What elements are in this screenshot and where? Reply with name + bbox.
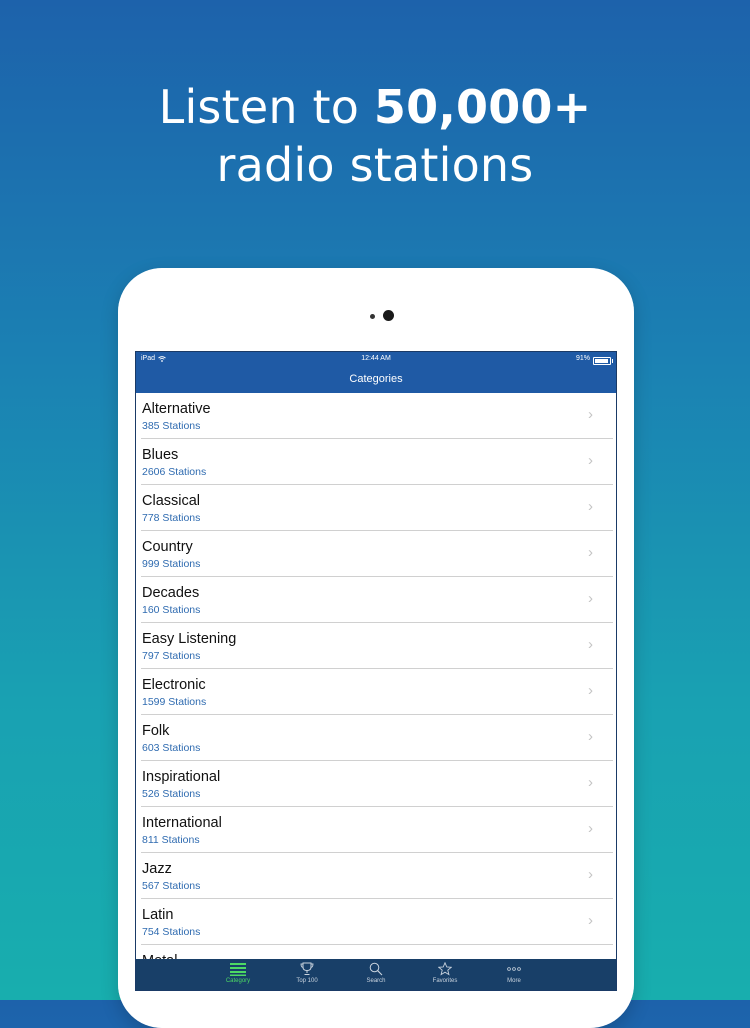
category-name: Electronic [142, 677, 206, 693]
tab-bar: Category Top 100 Search Favorites More [136, 959, 616, 990]
tab-top-100[interactable]: Top 100 [277, 959, 337, 990]
station-count: 526 Stations [142, 788, 201, 800]
station-count: 999 Stations [142, 558, 201, 570]
status-time: 12:44 AM [361, 355, 391, 362]
station-count: 603 Stations [142, 742, 201, 754]
battery-percent: 91% [575, 355, 590, 362]
category-row[interactable]: Alternative 385 Stations › [141, 393, 613, 439]
page-title: Categories [349, 373, 403, 385]
app-screen: iPad 12:44 AM 91% Categories Alternative… [135, 351, 617, 991]
category-name: Folk [142, 723, 170, 739]
front-camera [383, 310, 394, 321]
headline: Listen to 50,000+ radio stations [0, 78, 750, 194]
status-right: 91% [575, 352, 613, 366]
search-icon [346, 962, 406, 976]
category-row[interactable]: Country 999 Stations › [141, 531, 613, 577]
chevron-right-icon: › [588, 820, 593, 837]
category-name: Blues [142, 447, 179, 463]
chevron-right-icon: › [588, 728, 593, 745]
headline-prefix: Listen to [158, 80, 374, 134]
chevron-right-icon: › [588, 452, 593, 469]
chevron-right-icon: › [588, 866, 593, 883]
chevron-right-icon: › [588, 774, 593, 791]
battery-icon [593, 357, 613, 365]
station-count: 754 Stations [142, 926, 201, 938]
tab-category[interactable]: Category [208, 959, 268, 990]
tab-label: Category [225, 978, 251, 984]
category-name: Classical [142, 493, 201, 509]
tab-favorites[interactable]: Favorites [415, 959, 475, 990]
category-row[interactable]: Decades 160 Stations › [141, 577, 613, 623]
tab-label: Top 100 [296, 978, 318, 984]
trophy-icon [277, 962, 337, 976]
chevron-right-icon: › [588, 682, 593, 699]
station-count: 778 Stations [142, 512, 201, 524]
station-count: 2606 Stations [142, 466, 207, 478]
star-icon [415, 962, 475, 976]
chevron-right-icon: › [588, 406, 593, 423]
station-count: 567 Stations [142, 880, 201, 892]
category-row[interactable]: Jazz 567 Stations › [141, 853, 613, 899]
category-row[interactable]: Inspirational 526 Stations › [141, 761, 613, 807]
category-list: Alternative 385 Stations › Blues 2606 Statio… [136, 393, 616, 990]
headline-line-2: radio stations [216, 138, 534, 192]
category-name: Jazz [142, 861, 172, 877]
category-row[interactable]: Easy Listening 797 Stations › [141, 623, 613, 669]
tab-more[interactable]: More [484, 959, 544, 990]
category-name: International [142, 815, 222, 831]
chevron-right-icon: › [588, 912, 593, 929]
chevron-right-icon: › [588, 636, 593, 653]
category-row[interactable]: International 811 Stations › [141, 807, 613, 853]
tab-label: Favorites [432, 978, 458, 984]
category-row[interactable]: Blues 2606 Stations › [141, 439, 613, 485]
category-name: Latin [142, 907, 174, 923]
navigation-bar: iPad 12:44 AM 91% Categories [136, 352, 616, 393]
battery-fill [595, 359, 608, 363]
station-count: 160 Stations [142, 604, 201, 616]
status-bar: iPad 12:44 AM 91% [136, 352, 616, 366]
tab-label: More [507, 978, 521, 984]
category-row[interactable]: Electronic 1599 Stations › [141, 669, 613, 715]
station-count: 797 Stations [142, 650, 201, 662]
tab-search[interactable]: Search [346, 959, 406, 990]
more-icon [484, 962, 544, 976]
headline-line-1: Listen to 50,000+ [0, 78, 750, 136]
category-name: Decades [142, 585, 200, 601]
station-count: 385 Stations [142, 420, 201, 432]
category-name: Country [142, 539, 193, 555]
sensor-dot [370, 314, 375, 319]
tab-label: Search [366, 978, 386, 984]
chevron-right-icon: › [588, 590, 593, 607]
category-name: Alternative [142, 401, 211, 417]
category-row[interactable]: Classical 778 Stations › [141, 485, 613, 531]
station-count: 811 Stations [142, 834, 200, 846]
category-name: Easy Listening [142, 631, 237, 647]
chevron-right-icon: › [588, 498, 593, 515]
category-row[interactable]: Folk 603 Stations › [141, 715, 613, 761]
ipad-frame: iPad 12:44 AM 91% Categories Alternative… [118, 268, 634, 1028]
list-icon [208, 962, 268, 976]
headline-station-count: 50,000+ [373, 80, 592, 134]
station-count: 1599 Stations [142, 696, 207, 708]
chevron-right-icon: › [588, 544, 593, 561]
category-row[interactable]: Latin 754 Stations › [141, 899, 613, 945]
category-name: Inspirational [142, 769, 221, 785]
